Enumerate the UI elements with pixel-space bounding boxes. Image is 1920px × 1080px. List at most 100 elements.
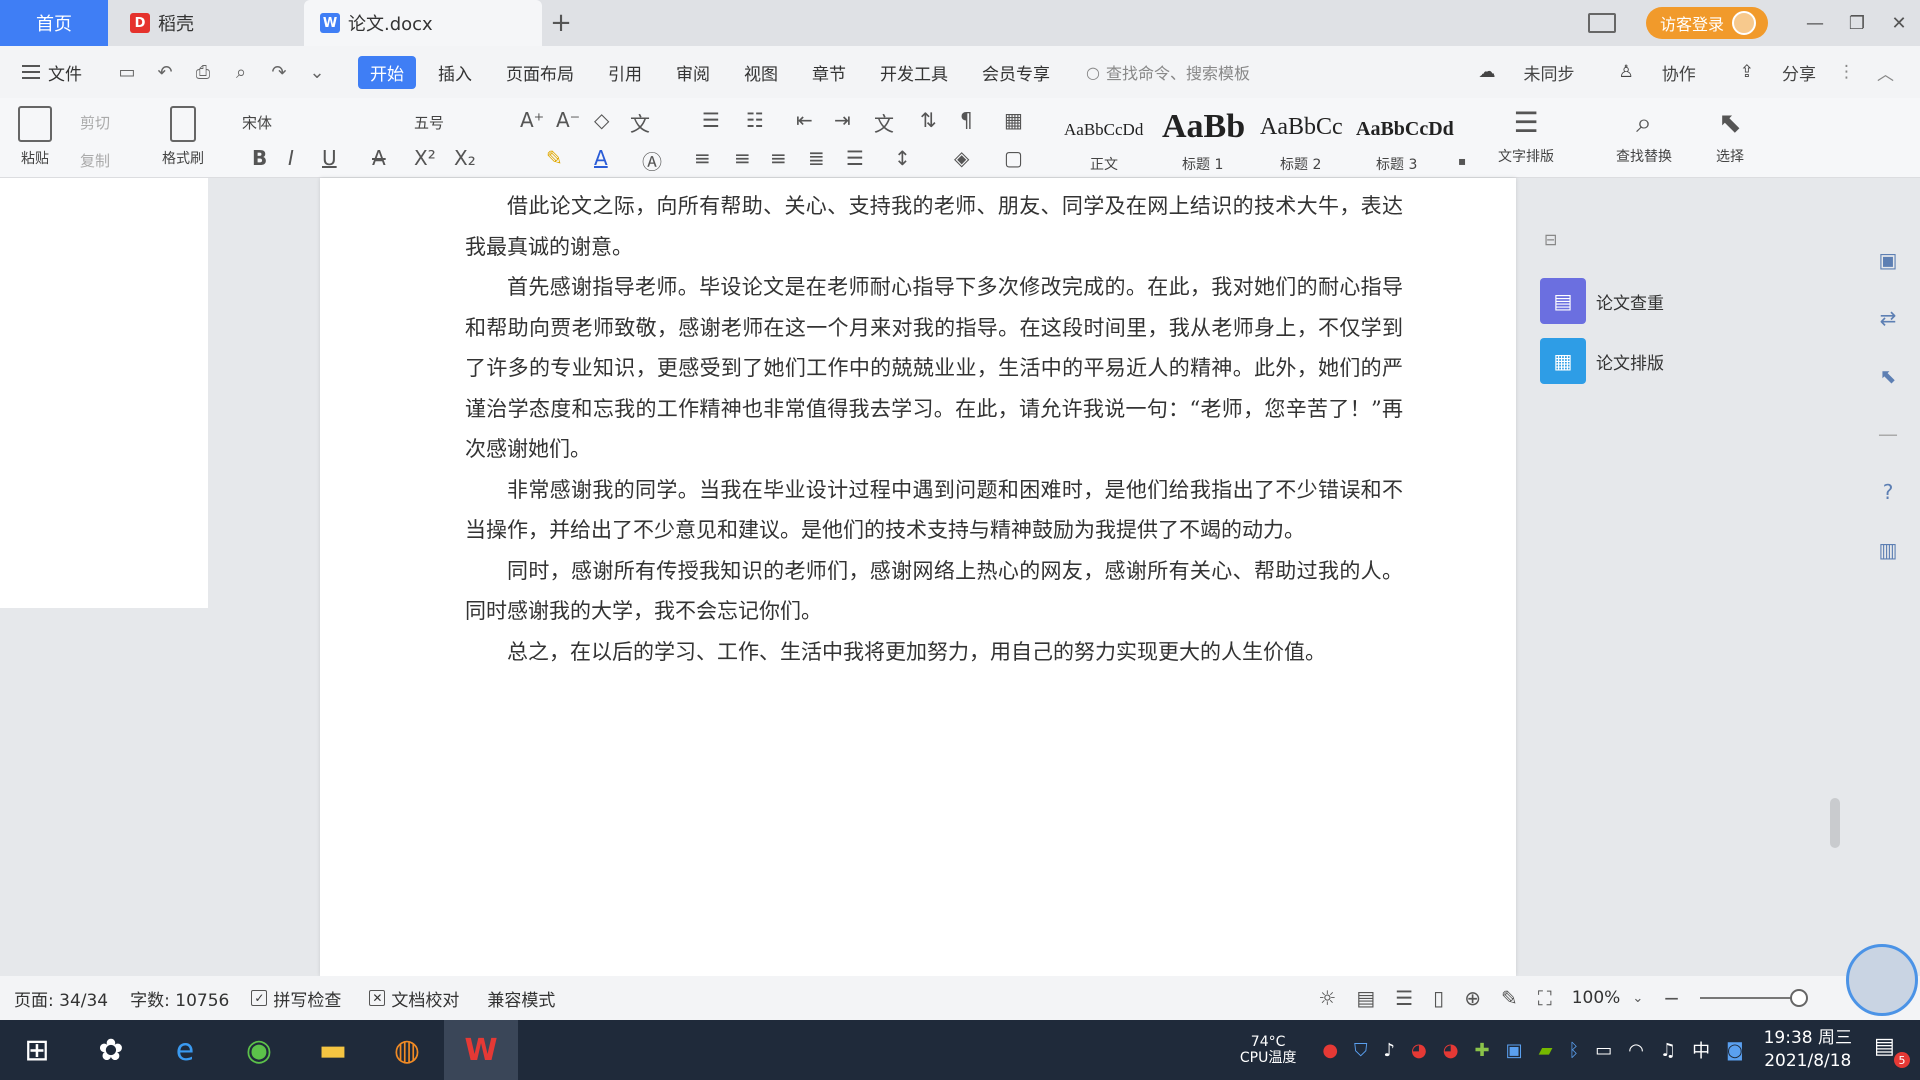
document-body[interactable]: 借此论文之际，向所有帮助、关心、支持我的老师、朋友、同学及在网上结识的技术大牛，… — [465, 186, 1403, 672]
floating-assistant-button[interactable] — [1846, 944, 1918, 1016]
app-pinwheel-icon[interactable]: ✿ — [74, 1020, 148, 1080]
distributed-icon[interactable]: ☰ — [846, 146, 864, 170]
write-view-icon[interactable]: ✎ — [1501, 986, 1518, 1010]
file-menu[interactable]: 文件 — [22, 60, 82, 85]
underline-icon[interactable]: U — [322, 146, 337, 170]
notification-center-icon[interactable]: ▤ 5 — [1874, 1034, 1910, 1068]
bluetooth-icon[interactable]: ᛒ — [1568, 1040, 1579, 1061]
decrease-indent-icon[interactable]: ⇤ — [796, 108, 813, 132]
tray-search-icon[interactable]: ◙ — [1726, 1040, 1743, 1061]
clock[interactable]: 19:38 周三 2021/8/18 — [1764, 1027, 1852, 1073]
paragraph[interactable]: 非常感谢我的同学。当我在毕业设计过程中遇到问题和困难时，是他们给我指出了不少错误… — [465, 470, 1403, 551]
align-left-icon[interactable]: ≡ — [694, 146, 711, 170]
redo-icon[interactable]: ↷ — [268, 62, 290, 83]
share-button[interactable]: ⇪ 分享 — [1718, 60, 1816, 85]
table-icon[interactable]: ▦ — [1004, 108, 1023, 132]
page-view-icon[interactable]: ▤ — [1356, 986, 1375, 1010]
spell-check-button[interactable]: ✓ 拼写检查 — [251, 986, 341, 1011]
start-button[interactable]: ⊞ — [0, 1020, 74, 1080]
select-button[interactable]: ⬉ 选择 — [1716, 106, 1744, 166]
bullet-list-icon[interactable]: ☰ — [702, 108, 720, 132]
outline-view-icon[interactable]: ☰ — [1395, 986, 1413, 1010]
shading-icon[interactable]: ◈ — [954, 146, 969, 170]
wps-taskbar-icon[interactable]: W — [444, 1020, 518, 1080]
paragraph[interactable]: 同时，感谢所有传授我知识的老师们，感谢网络上热心的网友，感谢所有关心、帮助过我的… — [465, 551, 1403, 632]
chinese-layout-icon[interactable]: 文 — [874, 108, 894, 137]
command-search[interactable]: ○ 查找命令、搜索模板 — [1086, 60, 1250, 84]
volume-icon[interactable]: ♫ — [1660, 1040, 1676, 1061]
web-view-icon[interactable]: ⊕ — [1464, 986, 1481, 1010]
zoom-slider-knob[interactable] — [1790, 989, 1808, 1007]
subscript-icon[interactable]: X₂ — [454, 146, 476, 170]
line-spacing-icon[interactable]: ↕ — [894, 146, 911, 170]
paper-format-button[interactable]: ▦ 论文排版 — [1540, 338, 1664, 384]
justify-icon[interactable]: ≣ — [808, 146, 825, 170]
menu-item-layout[interactable]: 页面布局 — [494, 56, 586, 89]
vertical-scrollbar[interactable] — [1828, 178, 1842, 878]
customize-chevron-icon[interactable]: ⌄ — [306, 62, 328, 83]
shrink-font-icon[interactable]: A⁻ — [556, 108, 580, 132]
borders-icon[interactable]: ▢ — [1004, 146, 1023, 170]
backup-icon[interactable]: ▥ — [1879, 538, 1898, 562]
menu-item-review[interactable]: 审阅 — [664, 56, 722, 89]
highlight-icon[interactable]: ✎ — [546, 146, 563, 170]
style-heading2-preview[interactable]: AaBbCc — [1260, 114, 1343, 141]
eye-protect-icon[interactable]: ☼ — [1318, 986, 1336, 1010]
clear-format-icon[interactable]: ◇ — [594, 108, 609, 132]
cpu-temp-widget[interactable]: 74°C CPU温度 — [1240, 1034, 1296, 1066]
align-right-icon[interactable]: ≡ — [770, 146, 787, 170]
align-center-icon[interactable]: ≡ — [734, 146, 751, 170]
format-painter-button[interactable]: 格式刷 — [162, 106, 204, 168]
bold-icon[interactable]: B — [252, 146, 267, 170]
font-color-icon[interactable]: A — [594, 146, 608, 170]
menu-item-insert[interactable]: 插入 — [426, 56, 484, 89]
find-replace-button[interactable]: ⌕ 查找替换 — [1616, 106, 1672, 166]
tray-bell-icon[interactable]: ♪ — [1384, 1040, 1396, 1061]
zoom-slider[interactable] — [1700, 989, 1808, 1007]
paper-check-button[interactable]: ▤ 论文查重 — [1540, 278, 1664, 324]
tab-home[interactable]: 首页 — [0, 0, 108, 46]
paste-button[interactable]: 粘贴 — [18, 106, 52, 168]
help-icon[interactable]: ? — [1883, 480, 1894, 504]
ime-indicator[interactable]: 中 — [1692, 1037, 1710, 1063]
paragraph[interactable]: 借此论文之际，向所有帮助、关心、支持我的老师、朋友、同学及在网上结识的技术大牛，… — [465, 186, 1403, 267]
document-page[interactable]: 借此论文之际，向所有帮助、关心、支持我的老师、朋友、同学及在网上结识的技术大牛，… — [320, 178, 1516, 976]
save-icon[interactable]: ▭ — [116, 62, 138, 83]
minus-icon[interactable]: — — [1878, 422, 1898, 446]
style-heading1-preview[interactable]: AaBb — [1162, 108, 1245, 146]
cloud-doc-icon[interactable]: ▣ — [1879, 248, 1898, 272]
tray-shield-icon[interactable]: ⛉ — [1354, 1040, 1368, 1061]
phonetic-icon[interactable]: 文 — [630, 108, 650, 137]
zoom-out-icon[interactable]: − — [1663, 986, 1680, 1010]
restore-button[interactable]: ❐ — [1836, 0, 1878, 46]
minimize-button[interactable]: — — [1794, 0, 1836, 46]
cursor-select-icon[interactable]: ⬉ — [1880, 364, 1897, 388]
word-count[interactable]: 字数: 10756 — [130, 986, 229, 1011]
font-name-select[interactable]: 宋体 — [242, 112, 272, 133]
menu-item-references[interactable]: 引用 — [596, 56, 654, 89]
login-button[interactable]: 访客登录 — [1645, 7, 1768, 39]
style-heading3-preview[interactable]: AaBbCcDd — [1356, 118, 1454, 141]
tray-green-icon[interactable]: ✚ — [1474, 1040, 1489, 1061]
page-indicator[interactable]: 页面: 34/34 — [14, 986, 108, 1011]
tray-qq-icon[interactable]: ◕ — [1411, 1040, 1427, 1061]
ie-browser-icon[interactable]: e — [148, 1020, 222, 1080]
collapse-icon[interactable]: ⊟ — [1544, 230, 1557, 249]
menu-item-view[interactable]: 视图 — [732, 56, 790, 89]
char-border-icon[interactable]: Ⓐ — [642, 146, 662, 175]
menu-item-developer[interactable]: 开发工具 — [868, 56, 960, 89]
360-browser-icon[interactable]: ◉ — [222, 1020, 296, 1080]
close-button[interactable]: ✕ — [1878, 0, 1920, 46]
collab-button[interactable]: ♙ 协作 — [1597, 60, 1696, 85]
new-tab-button[interactable]: + — [546, 8, 576, 38]
number-list-icon[interactable]: ☷ — [746, 108, 764, 132]
strikethrough-icon[interactable]: A — [372, 146, 386, 170]
fit-page-icon[interactable]: ⛶ — [1538, 986, 1552, 1010]
menu-item-chapter[interactable]: 章节 — [800, 56, 858, 89]
font-size-select[interactable]: 五号 — [414, 112, 444, 133]
menu-item-home[interactable]: 开始 — [358, 55, 416, 89]
tray-app-red-icon[interactable]: ● — [1322, 1040, 1338, 1061]
show-marks-icon[interactable]: ¶ — [960, 108, 973, 132]
copy-button[interactable]: 复制 — [80, 150, 110, 171]
paragraph[interactable]: 总之，在以后的学习、工作、生活中我将更加努力，用自己的努力实现更大的人生价值。 — [465, 632, 1403, 673]
